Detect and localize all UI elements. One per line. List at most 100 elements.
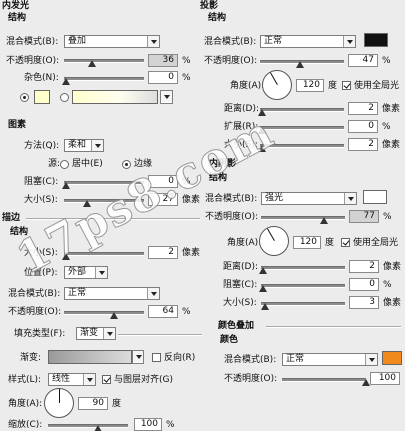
drop-shadow-opacity-input[interactable]: 47 [348, 54, 378, 67]
inner-glow-noise-slider[interactable] [64, 77, 144, 81]
drop-shadow-color-swatch[interactable] [364, 33, 388, 47]
stroke-size-input[interactable]: 2 [148, 246, 178, 259]
drop-shadow-spread-slider[interactable] [260, 126, 344, 130]
inner-shadow-blend-select[interactable]: 强光 [261, 192, 357, 205]
slider-handle-icon[interactable] [62, 182, 70, 189]
stroke-scale-input[interactable]: 100 [134, 418, 162, 431]
inner-shadow-global-light-checkbox[interactable] [341, 238, 350, 247]
chevron-down-icon [95, 267, 107, 278]
stroke-style-value: 线性 [52, 374, 71, 384]
inner-glow-color-radio[interactable] [20, 93, 29, 102]
color-overlay-panel: 颜色叠加 颜色 混合模式(B): 正常 不透明度(O): 100 [210, 316, 405, 431]
color-overlay-title: 颜色叠加 [218, 321, 255, 331]
stroke-style-select[interactable]: 线性 [48, 373, 96, 386]
drop-shadow-blend-select[interactable]: 正常 [260, 35, 356, 48]
stroke-scale-label: 缩放(C): [8, 420, 43, 430]
slider-handle-icon[interactable] [259, 267, 267, 274]
slider-handle-icon[interactable] [62, 78, 70, 85]
color-overlay-opacity-slider[interactable] [282, 378, 366, 382]
inner-shadow-choke-slider[interactable] [261, 284, 345, 288]
inner-glow-blend-select[interactable]: 叠加 [64, 35, 160, 48]
slider-handle-icon[interactable] [362, 379, 370, 386]
stroke-opacity-input[interactable]: 64 [148, 305, 178, 318]
slider-handle-icon[interactable] [320, 217, 328, 224]
slider-handle-icon[interactable] [110, 312, 118, 319]
inner-glow-structure-heading: 结构 [8, 13, 27, 23]
slider-handle-icon[interactable] [261, 303, 269, 310]
drop-shadow-angle-dial[interactable] [262, 70, 292, 100]
inner-shadow-panel: 内阴影 结构 混合模式(B): 强光 不透明度(O): 77 % 角度(A): … [205, 158, 405, 318]
slider-handle-icon[interactable] [296, 61, 304, 68]
percent-unit: % [383, 280, 392, 290]
chevron-down-icon [344, 193, 356, 204]
fill-type-select[interactable]: 渐变 [76, 327, 116, 340]
stroke-angle-dial[interactable] [44, 388, 74, 418]
inner-shadow-opacity-slider[interactable] [261, 216, 345, 220]
slider-handle-icon[interactable] [88, 60, 96, 67]
degree-unit: 度 [112, 399, 122, 409]
inner-glow-gradient-swatch[interactable] [72, 90, 158, 104]
inner-glow-technique-value: 柔和 [68, 140, 87, 150]
inner-shadow-angle-dial[interactable] [259, 226, 289, 256]
drop-shadow-angle-input[interactable]: 120 [296, 79, 324, 92]
drop-shadow-title: 投影 [200, 1, 219, 11]
inner-glow-elements-heading: 图素 [8, 120, 27, 130]
drop-shadow-distance-input[interactable]: 2 [348, 102, 378, 115]
gradient-label: 渐变: [20, 353, 42, 363]
stroke-angle-input[interactable]: 90 [78, 397, 108, 410]
drop-shadow-blend-value: 正常 [264, 36, 283, 46]
inner-glow-source-label: 源: [48, 159, 61, 169]
inner-glow-technique-select[interactable]: 柔和 [64, 139, 104, 152]
inner-shadow-opacity-input[interactable]: 77 [349, 210, 379, 223]
color-overlay-blend-select[interactable]: 正常 [282, 353, 378, 366]
slider-handle-icon[interactable] [259, 285, 267, 292]
source-center-radio[interactable] [60, 160, 69, 169]
inner-glow-gradient-picker[interactable] [160, 90, 173, 104]
inner-shadow-global-light-label: 使用全局光 [353, 238, 399, 248]
inner-shadow-size-input[interactable]: 3 [349, 296, 379, 309]
percent-unit: % [166, 420, 175, 430]
inner-glow-noise-input[interactable]: 0 [148, 71, 178, 84]
source-edge-radio[interactable] [122, 160, 131, 169]
inner-shadow-size-slider[interactable] [261, 302, 345, 306]
inner-glow-opacity-input[interactable]: 36 [148, 54, 178, 67]
percent-unit: % [182, 73, 191, 83]
inner-shadow-distance-slider[interactable] [261, 266, 345, 270]
align-with-layer-checkbox[interactable] [102, 375, 111, 384]
slider-handle-icon[interactable] [94, 425, 102, 431]
reverse-label: 反向(R) [164, 353, 196, 363]
pixel-unit: 像素 [182, 248, 201, 258]
inner-shadow-angle-input[interactable]: 120 [293, 236, 321, 249]
inner-shadow-choke-input[interactable]: 0 [349, 278, 379, 291]
percent-unit: % [383, 212, 392, 222]
stroke-blend-select[interactable]: 正常 [64, 287, 160, 300]
stroke-gradient-picker[interactable] [132, 350, 144, 364]
color-overlay-color-swatch[interactable] [382, 351, 402, 365]
inner-glow-gradient-radio[interactable] [60, 93, 69, 102]
chevron-down-icon [161, 91, 172, 102]
inner-shadow-distance-input[interactable]: 2 [349, 260, 379, 273]
stroke-opacity-slider[interactable] [64, 311, 144, 315]
source-center-label: 居中(E) [72, 159, 103, 169]
drop-shadow-size-input[interactable]: 2 [348, 138, 378, 151]
drop-shadow-global-light-checkbox[interactable] [342, 81, 351, 90]
drop-shadow-distance-slider[interactable] [260, 108, 344, 112]
inner-shadow-color-swatch[interactable] [363, 190, 387, 204]
angle-needle-icon [59, 389, 60, 403]
drop-shadow-global-light-label: 使用全局光 [354, 81, 400, 91]
pixel-unit: 像素 [383, 298, 402, 308]
stroke-gradient-swatch[interactable] [48, 350, 132, 364]
inner-shadow-opacity-label: 不透明度(O): [205, 212, 259, 222]
drop-shadow-spread-input[interactable]: 0 [348, 120, 378, 133]
percent-unit: % [382, 56, 391, 66]
color-overlay-opacity-input[interactable]: 100 [370, 372, 400, 385]
drop-shadow-angle-label: 角度(A): [230, 81, 265, 91]
stroke-position-select[interactable]: 外部 [64, 266, 108, 279]
stroke-scale-slider[interactable] [48, 424, 128, 428]
inner-glow-opacity-slider[interactable] [64, 59, 144, 63]
inner-glow-color-swatch[interactable] [34, 90, 50, 104]
reverse-checkbox[interactable] [152, 353, 161, 362]
inner-shadow-size-label: 大小(S): [223, 298, 257, 308]
stroke-opacity-label: 不透明度(O): [8, 307, 62, 317]
pixel-unit: 像素 [382, 140, 401, 150]
